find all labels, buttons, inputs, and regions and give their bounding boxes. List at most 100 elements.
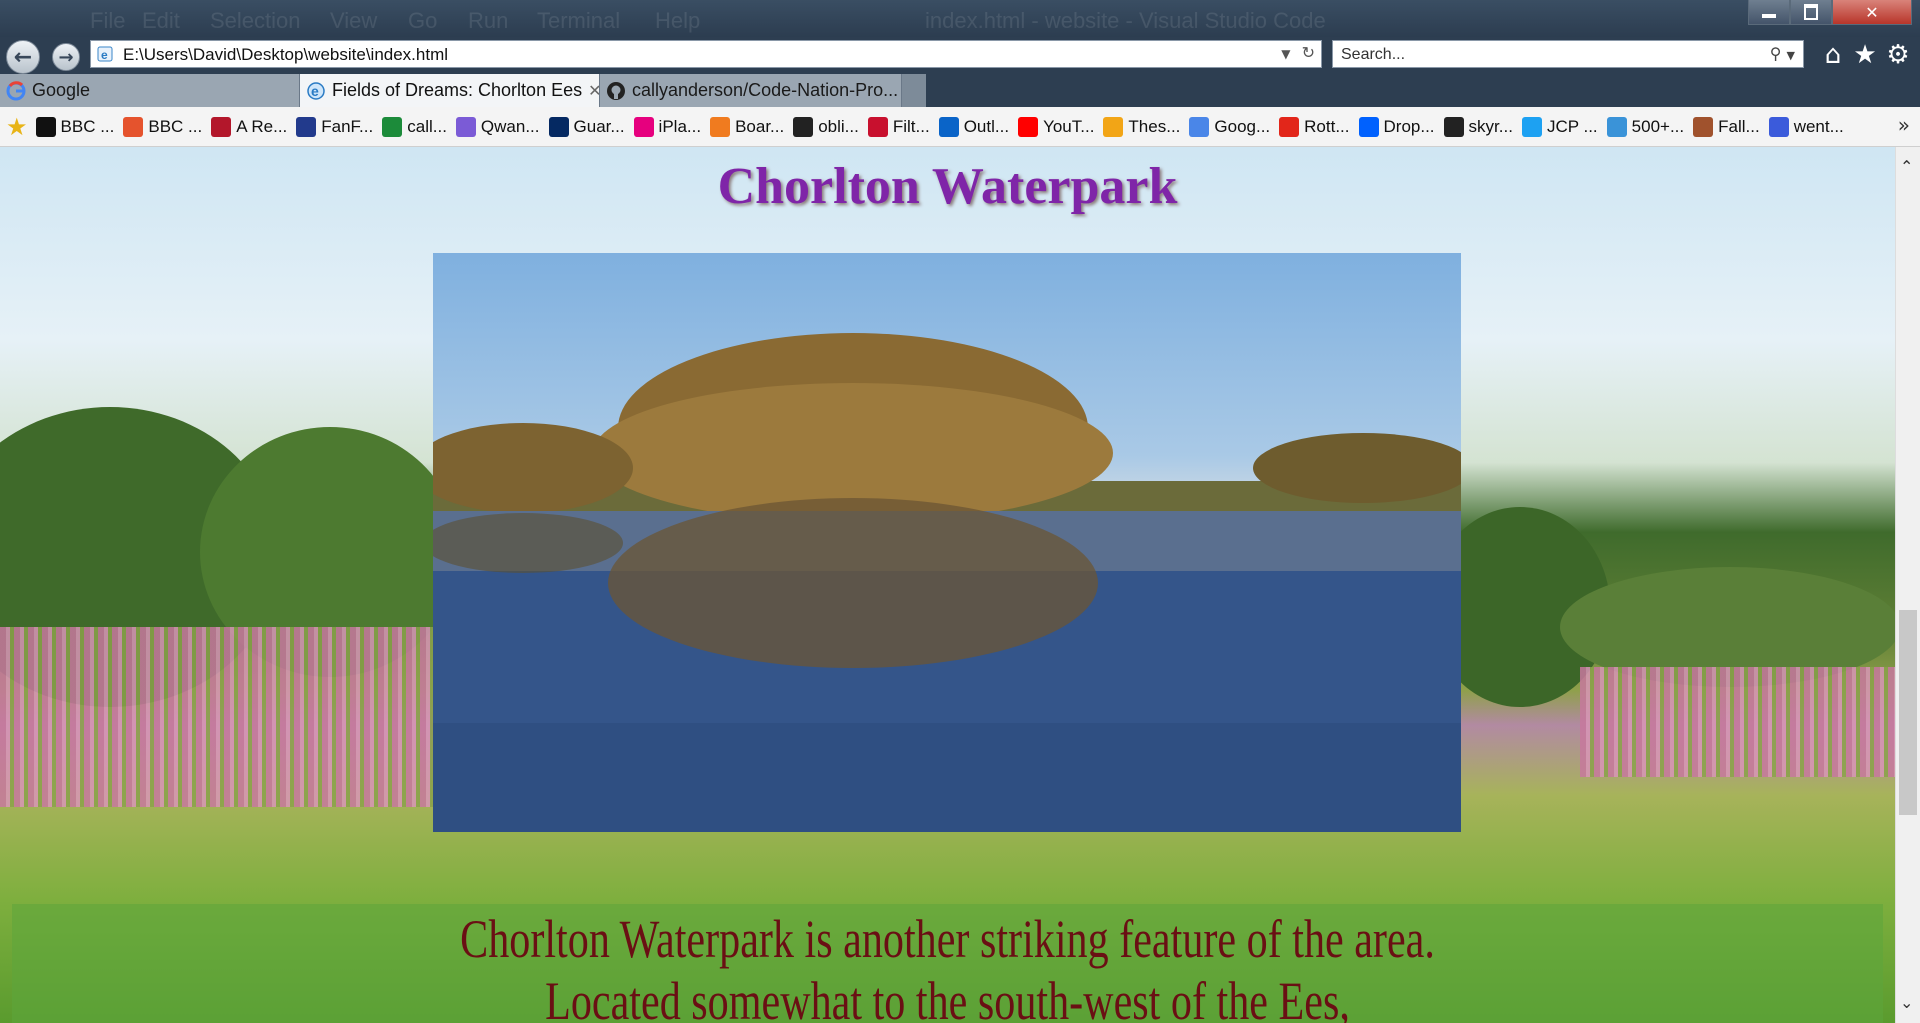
t-icon [211, 116, 232, 137]
vertical-scrollbar[interactable]: ⌃ ⌄ [1895, 147, 1920, 1023]
twitter-icon [1521, 116, 1542, 137]
favorite-link[interactable]: Rott... [1279, 116, 1350, 137]
favorite-label: JCP ... [1546, 116, 1598, 136]
minimize-icon [1762, 14, 1776, 18]
ie-page-icon [1606, 116, 1627, 137]
bbc-icon [35, 116, 56, 137]
description-text: Chorlton Waterpark is another striking f… [460, 909, 1435, 969]
translate-icon [1189, 116, 1210, 137]
ghost-menu-text: Help [655, 8, 701, 33]
home-icon[interactable]: ⌂ [1818, 40, 1848, 70]
favorite-label: Drop... [1383, 116, 1435, 136]
ie-page-icon: e [307, 81, 325, 100]
tab-fields-of-dreams[interactable]: e Fields of Dreams: Chorlton Ees ✕ [300, 74, 600, 107]
favorites-star-icon[interactable]: ★ [1850, 40, 1880, 70]
ghost-menu-text: View [330, 8, 378, 33]
refresh-icon[interactable]: ↻ [1302, 43, 1315, 62]
favorite-link[interactable]: BBC ... [123, 116, 203, 137]
favorite-label: Outl... [963, 116, 1010, 136]
search-bar[interactable]: Search... ⚲ ▼ [1332, 40, 1804, 68]
favorite-label: Guar... [573, 116, 625, 136]
favorites-bar: ★ BBC ... BBC ... A Re... FanF... call... Qwa… [0, 107, 1920, 147]
tomato-icon [1279, 116, 1300, 137]
forward-button[interactable]: → [52, 43, 80, 71]
tab-close-icon[interactable]: ✕ [588, 81, 599, 101]
favorite-link[interactable]: Drop... [1358, 116, 1435, 137]
favorite-label: BBC ... [148, 116, 203, 136]
close-button[interactable]: ✕ [1832, 0, 1912, 25]
guardian-icon [548, 116, 569, 137]
minimize-button[interactable] [1748, 0, 1790, 25]
favorite-link[interactable]: 500+... [1606, 116, 1684, 137]
favorite-link[interactable]: FanF... [296, 116, 374, 137]
gear-icon[interactable]: ⚙ [1883, 40, 1913, 70]
favorite-link[interactable]: Qwan... [455, 116, 540, 137]
favorite-label: skyr... [1468, 116, 1513, 136]
favorite-link[interactable]: Goog... [1189, 116, 1270, 137]
search-input[interactable]: Search... [1341, 46, 1405, 64]
favorite-link[interactable]: Boar... [710, 116, 785, 137]
ghost-menu-text: Terminal [537, 8, 621, 33]
favorite-label: Boar... [735, 116, 785, 136]
ie-page-icon: e [97, 46, 113, 62]
window-controls: ✕ [1748, 0, 1912, 25]
obli-icon [793, 116, 814, 137]
restore-button[interactable] [1790, 0, 1832, 25]
favorite-link[interactable]: YouT... [1018, 116, 1095, 137]
dropbox-icon [1358, 116, 1379, 137]
ghost-window-title: index.html - website - Visual Studio Cod… [925, 8, 1326, 33]
favorite-label: Fall... [1718, 116, 1760, 136]
favorite-link[interactable]: obli... [793, 116, 859, 137]
tab-label: Google [32, 80, 91, 100]
address-tools: ▼ ↻ [1281, 43, 1315, 62]
back-arrow-icon: ← [13, 44, 33, 70]
background-flowers [0, 627, 440, 807]
svg-text:e: e [311, 83, 319, 99]
scroll-up-icon[interactable]: ⌃ [1900, 157, 1913, 176]
dropdown-icon[interactable]: ▼ [1281, 47, 1290, 61]
favorite-label: went... [1793, 116, 1844, 136]
favorite-link[interactable]: skyr... [1443, 116, 1513, 137]
page-viewport: Chorlton Waterpark Chorlton Waterpark is… [0, 147, 1895, 1023]
background-flowers [1580, 667, 1895, 777]
search-dropdown-icon[interactable]: ▼ [1787, 49, 1795, 62]
github-icon [607, 81, 625, 100]
z-icon [382, 116, 403, 137]
favorite-link[interactable]: call... [382, 116, 447, 137]
favorite-link[interactable]: Filt... [867, 116, 930, 137]
fb-icon [867, 116, 888, 137]
favorite-link[interactable]: iPla... [633, 116, 702, 137]
address-url[interactable]: E:\Users\David\Desktop\website\index.htm… [123, 45, 448, 65]
tab-google[interactable]: Google [0, 74, 300, 107]
scroll-down-icon[interactable]: ⌄ [1900, 993, 1913, 1012]
back-button[interactable]: ← [6, 40, 40, 74]
add-favorite-star-icon[interactable]: ★ [6, 113, 28, 141]
favorite-link[interactable]: BBC ... [35, 116, 114, 137]
favorite-link[interactable]: Outl... [938, 116, 1010, 137]
description-box: Chorlton Waterpark is another striking f… [12, 904, 1883, 1023]
new-tab-button[interactable] [902, 74, 926, 107]
scrollbar-thumb[interactable] [1899, 610, 1917, 815]
favorite-link[interactable]: A Re... [211, 116, 287, 137]
favorite-label: YouT... [1043, 116, 1095, 136]
favorite-label: iPla... [658, 116, 702, 136]
forward-arrow-icon: → [58, 46, 74, 68]
search-tools: ⚲ ▼ [1770, 44, 1795, 63]
favorite-link[interactable]: went... [1768, 116, 1844, 137]
favorite-label: call... [407, 116, 447, 136]
description-text: Located somewhat to the south-west of th… [545, 971, 1350, 1023]
fallout-icon [1693, 116, 1714, 137]
favorite-link[interactable]: Fall... [1693, 116, 1760, 137]
favorite-label: FanF... [321, 116, 374, 136]
s-icon [123, 116, 144, 137]
favorite-label: obli... [818, 116, 859, 136]
tab-github[interactable]: callyanderson/Code-Nation-Pro... [600, 74, 902, 107]
favorite-label: Filt... [892, 116, 930, 136]
address-bar[interactable]: e E:\Users\David\Desktop\website\index.h… [90, 40, 1322, 68]
ghost-menu-text: Go [408, 8, 438, 33]
favorite-link[interactable]: JCP ... [1521, 116, 1598, 137]
favorite-link[interactable]: Guar... [548, 116, 625, 137]
chevron-more-icon[interactable]: » [1898, 113, 1910, 137]
search-icon[interactable]: ⚲ [1770, 44, 1782, 63]
favorite-link[interactable]: Thes... [1103, 116, 1180, 137]
